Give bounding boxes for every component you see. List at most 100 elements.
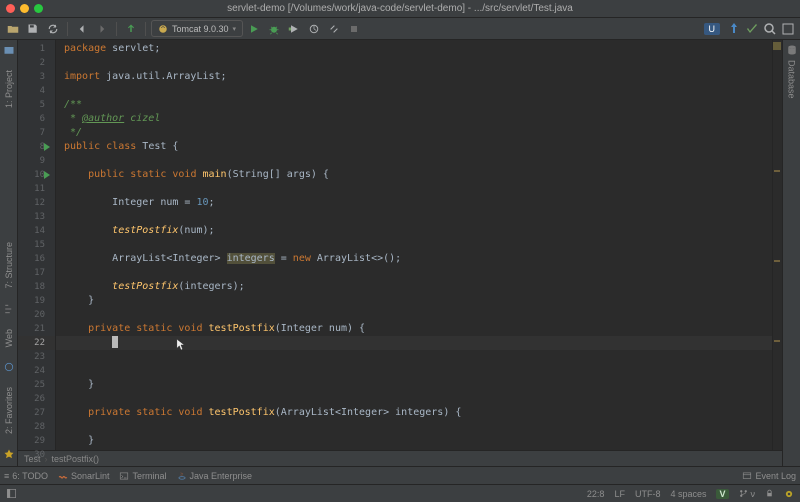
line-number: 5	[18, 98, 55, 112]
line-number: 17	[18, 266, 55, 280]
lock-icon	[765, 489, 774, 498]
run-with-coverage-button[interactable]	[285, 20, 303, 38]
profile-button[interactable]	[305, 20, 323, 38]
window-titlebar: servlet-demo [/Volumes/work/java-code/se…	[0, 0, 800, 18]
line-number: 18	[18, 280, 55, 294]
line-number: 25	[18, 378, 55, 392]
maximize-window-button[interactable]	[34, 4, 43, 13]
line-number: 23	[18, 350, 55, 364]
line-number: 15	[18, 238, 55, 252]
run-configuration-dropdown[interactable]: Tomcat 9.0.30 ▾	[151, 20, 243, 37]
java-ee-tool-tab[interactable]: Java Enterprise	[177, 471, 253, 481]
inspection-profile-widget[interactable]	[784, 489, 794, 499]
right-tool-strip: Database	[782, 40, 800, 466]
web-icon	[3, 361, 15, 373]
project-tool-tab[interactable]: 1: Project	[4, 66, 14, 112]
java-ee-icon	[177, 471, 187, 481]
event-log-icon	[742, 471, 752, 481]
line-number: 30	[18, 448, 55, 462]
left-tool-strip: 1: Project 7: Structure Web 2: Favorites	[0, 40, 18, 466]
line-number: 3	[18, 70, 55, 84]
breadcrumb: Test › testPostfix()	[18, 450, 782, 466]
search-everywhere-button[interactable]	[762, 21, 778, 37]
tool-window-toggle-icon[interactable]	[6, 488, 17, 499]
sync-button[interactable]	[44, 20, 62, 38]
bottom-tool-tabs: ≡ 6: TODO SonarLint Terminal Java Enterp…	[0, 466, 800, 484]
minimize-window-button[interactable]	[20, 4, 29, 13]
forward-button[interactable]	[93, 20, 111, 38]
event-log-tool-tab[interactable]: Event Log	[742, 471, 796, 481]
database-tool-tab[interactable]: Database	[787, 56, 797, 103]
build-button[interactable]	[122, 20, 140, 38]
terminal-tool-tab[interactable]: Terminal	[119, 471, 166, 481]
warning-marker[interactable]	[774, 340, 780, 342]
line-number: 22	[18, 336, 55, 350]
caret-position[interactable]: 22:8	[587, 489, 605, 499]
warning-marker[interactable]	[774, 170, 780, 172]
read-only-toggle[interactable]	[765, 489, 774, 498]
editor-gutter[interactable]: 1 2 3 4 5 6 7 8 9 10 11 12 13 14 15 16 1…	[18, 40, 56, 450]
git-branch-icon	[739, 489, 748, 498]
sonarlint-icon	[58, 471, 68, 481]
attach-button[interactable]	[325, 20, 343, 38]
git-branch-widget[interactable]: ν	[739, 489, 756, 499]
debug-button[interactable]	[265, 20, 283, 38]
line-number: 14	[18, 224, 55, 238]
line-number: 1	[18, 42, 55, 56]
line-number: 21	[18, 322, 55, 336]
line-number: 8	[18, 140, 55, 154]
code-area[interactable]: package servlet; import java.util.ArrayL…	[56, 40, 772, 450]
status-bar: 22:8 LF UTF-8 4 spaces V ν	[0, 484, 800, 502]
web-tool-tab[interactable]: Web	[4, 325, 14, 351]
line-separator[interactable]: LF	[614, 489, 625, 499]
tomcat-icon	[158, 24, 168, 34]
marker-stripe[interactable]	[772, 40, 782, 450]
update-button[interactable]: U	[704, 23, 721, 35]
line-number: 20	[18, 308, 55, 322]
breadcrumb-item[interactable]: testPostfix()	[52, 454, 100, 464]
run-config-label: Tomcat 9.0.30	[172, 24, 229, 34]
code-editor[interactable]: 1 2 3 4 5 6 7 8 9 10 11 12 13 14 15 16 1…	[18, 40, 782, 450]
line-number: 4	[18, 84, 55, 98]
structure-icon	[3, 303, 15, 315]
todo-icon: ≡	[4, 471, 9, 481]
stop-button[interactable]	[345, 20, 363, 38]
text-caret	[112, 336, 118, 348]
chevron-down-icon: ▾	[233, 25, 237, 33]
file-encoding[interactable]: UTF-8	[635, 489, 661, 499]
line-number: 9	[18, 154, 55, 168]
line-number: 12	[18, 196, 55, 210]
line-number: 2	[18, 56, 55, 70]
line-number: 29	[18, 434, 55, 448]
run-button[interactable]	[245, 20, 263, 38]
line-number: 27	[18, 406, 55, 420]
project-icon	[3, 44, 15, 56]
run-gutter-icon[interactable]	[44, 143, 50, 151]
database-icon	[786, 44, 798, 56]
line-number: 19	[18, 294, 55, 308]
analysis-status-icon[interactable]	[773, 42, 781, 50]
vcs-update-button[interactable]	[726, 21, 742, 37]
open-file-button[interactable]	[4, 20, 22, 38]
structure-tool-tab[interactable]: 7: Structure	[4, 238, 14, 293]
favorites-icon	[3, 448, 15, 460]
terminal-icon	[119, 471, 129, 481]
line-number: 10	[18, 168, 55, 182]
ide-settings-button[interactable]	[780, 21, 796, 37]
sonarlint-tool-tab[interactable]: SonarLint	[58, 471, 110, 481]
back-button[interactable]	[73, 20, 91, 38]
inspector-icon	[784, 489, 794, 499]
line-number: 7	[18, 126, 55, 140]
warning-marker[interactable]	[774, 260, 780, 262]
vcs-commit-button[interactable]	[744, 21, 760, 37]
line-number: 6	[18, 112, 55, 126]
run-gutter-icon[interactable]	[44, 171, 50, 179]
window-title: servlet-demo [/Volumes/work/java-code/se…	[227, 3, 573, 14]
save-all-button[interactable]	[24, 20, 42, 38]
indent-settings[interactable]: 4 spaces	[670, 489, 706, 499]
close-window-button[interactable]	[6, 4, 15, 13]
favorites-tool-tab[interactable]: 2: Favorites	[4, 383, 14, 438]
line-number: 24	[18, 364, 55, 378]
vim-status-badge[interactable]: V	[716, 489, 728, 499]
todo-tool-tab[interactable]: ≡ 6: TODO	[4, 471, 48, 481]
